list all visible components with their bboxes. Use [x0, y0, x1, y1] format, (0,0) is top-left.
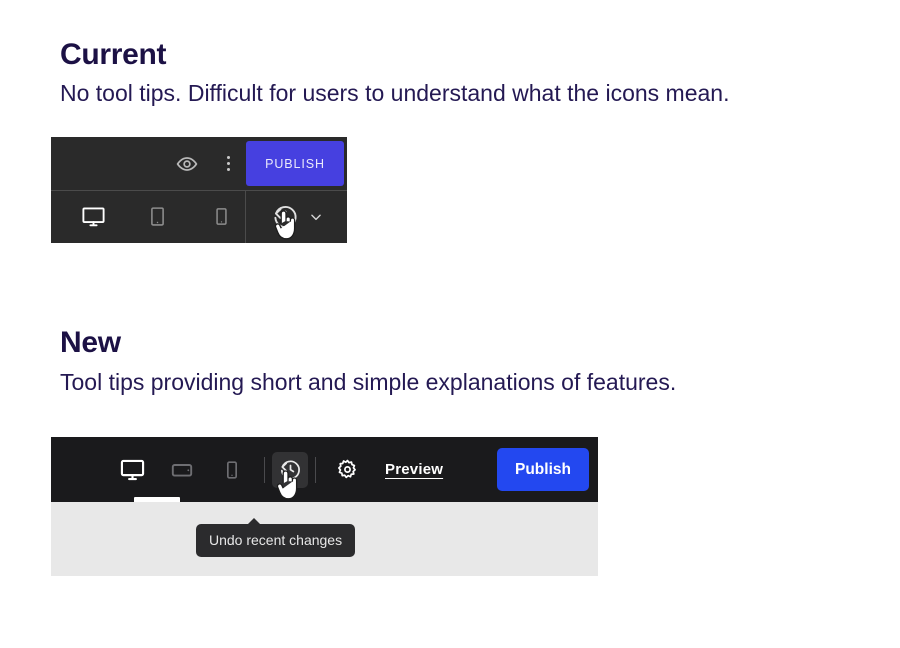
kebab-menu-icon [226, 156, 230, 171]
undo-tooltip-text: Undo recent changes [209, 532, 343, 548]
screenshot-canvas: Current No tool tips. Difficult for user… [0, 0, 900, 648]
old-publish-button[interactable]: PUBLISH [246, 141, 344, 186]
new-toolbar-wrapper: Preview Publish Undo recent changes [51, 437, 598, 576]
eye-icon [176, 153, 198, 175]
mobile-icon [212, 207, 231, 226]
new-section-subtitle: Tool tips providing short and simple exp… [60, 369, 677, 395]
new-toolbar-divider-left [264, 456, 265, 483]
new-toolbar-divider-right [315, 456, 316, 483]
undo-history-icon [272, 203, 299, 230]
old-toolbar-vertical-divider [245, 191, 246, 243]
old-undo-button[interactable] [272, 203, 299, 230]
old-tablet-view-button[interactable] [125, 190, 189, 243]
desktop-icon [81, 204, 106, 229]
old-undo-dropdown-button[interactable] [309, 210, 323, 224]
old-toolbar-top-row: PUBLISH [51, 137, 347, 190]
gear-icon [336, 458, 359, 481]
preview-eye-button[interactable] [164, 137, 210, 190]
new-section-title: New [60, 326, 121, 359]
current-section-title: Current [60, 38, 167, 71]
tooltip-arrow [247, 518, 261, 525]
new-desktop-view-button[interactable] [107, 437, 157, 502]
tablet-icon [170, 458, 194, 482]
current-section-subtitle: No tool tips. Difficult for users to und… [60, 80, 730, 106]
old-toolbar-bottom-row [51, 190, 347, 243]
new-publish-button[interactable]: Publish [497, 448, 589, 491]
new-tablet-view-button[interactable] [157, 437, 207, 502]
old-toolbar: PUBLISH [51, 137, 347, 243]
chevron-down-icon [309, 210, 323, 224]
new-settings-button[interactable] [323, 437, 371, 502]
tablet-icon [147, 206, 168, 227]
old-desktop-view-button[interactable] [61, 190, 125, 243]
old-publish-label: PUBLISH [265, 156, 325, 171]
old-mobile-view-button[interactable] [189, 190, 253, 243]
new-toolbar: Preview Publish [51, 437, 598, 502]
new-mobile-view-button[interactable] [207, 437, 257, 502]
undo-tooltip: Undo recent changes [196, 518, 356, 557]
active-device-indicator [134, 497, 180, 502]
mobile-icon [222, 460, 242, 480]
undo-history-icon [279, 458, 302, 481]
more-options-button[interactable] [210, 137, 246, 190]
old-undo-group [247, 190, 347, 243]
new-publish-label: Publish [515, 460, 571, 478]
preview-link[interactable]: Preview [385, 461, 443, 478]
new-undo-button[interactable] [272, 437, 308, 502]
new-undo-button-hover-surface[interactable] [272, 451, 308, 488]
desktop-icon [119, 456, 146, 483]
